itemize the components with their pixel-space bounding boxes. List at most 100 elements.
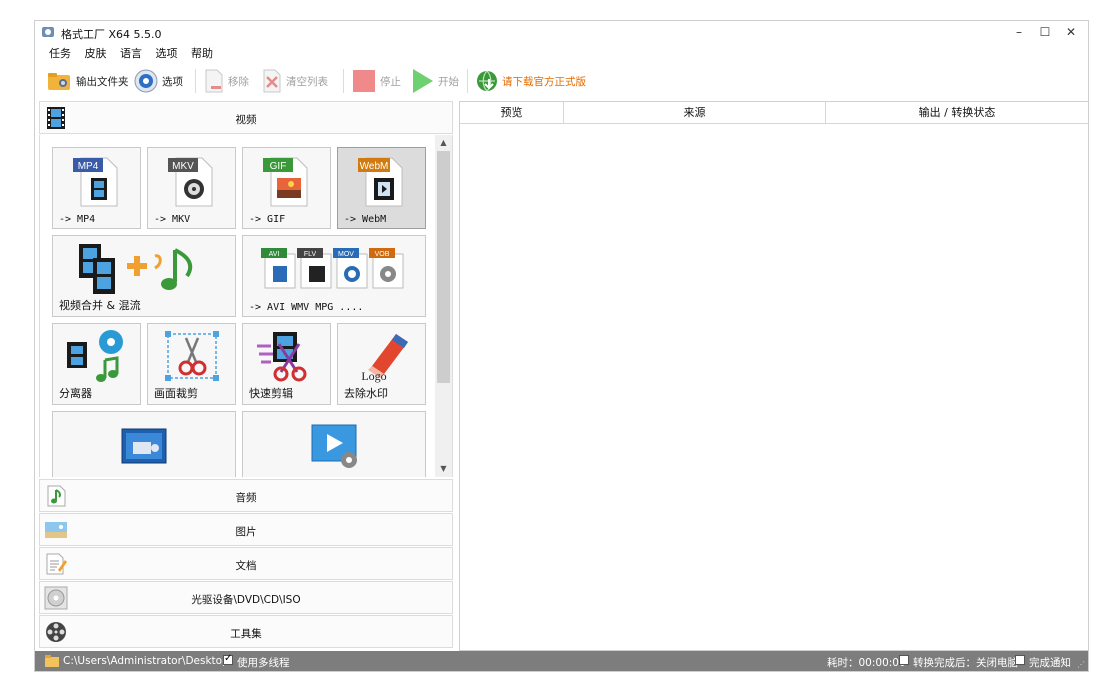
category-video[interactable]: 视频 [39,101,453,134]
clear-list-label: 清空列表 [286,75,328,88]
category-tools[interactable]: 工具集 [39,615,453,648]
globe-icon [477,70,497,92]
folder-icon [45,655,59,667]
tile-mkv[interactable]: MKV -> MKV [147,147,236,229]
task-list[interactable]: 预览 来源 输出 / 转换状态 [459,101,1089,651]
tile-webm[interactable]: WebM -> WebM [337,147,426,229]
tile-other-formats-label: -> AVI WMV MPG .... [249,302,364,313]
menu-options[interactable]: 选项 [156,45,178,61]
category-tools-label: 工具集 [230,628,262,640]
video-function-grid: MP4 -> MP4 MKV -> MKV GIF -> GIF WebM ->… [39,135,453,477]
menu-skin[interactable]: 皮肤 [85,45,107,61]
toolbar-divider [467,69,468,93]
clear-list-button[interactable]: 清空列表 [261,67,328,95]
tile-merge[interactable]: 视频合并 & 混流 [52,235,236,317]
multithread-checkbox[interactable] [223,653,233,665]
tile-gif-label: -> GIF [249,214,286,225]
options-button[interactable]: 选项 [133,67,183,95]
tile-video-player[interactable] [242,411,426,477]
column-source[interactable]: 来源 [564,102,826,123]
stop-icon [353,70,375,92]
toolbar-divider [195,69,196,93]
column-preview[interactable]: 预览 [460,102,564,123]
crop-scissors-icon [165,331,219,381]
tile-crop[interactable]: 画面裁剪 [147,323,236,405]
category-audio[interactable]: 音频 [39,479,453,512]
menu-help[interactable]: 帮助 [191,45,213,61]
mp4-file-icon: MP4 [73,157,118,207]
stop-button[interactable]: 停止 [351,67,401,95]
tile-other-formats[interactable]: AVI FLV MOV VOB -> AVI WMV MPG .... [242,235,426,317]
category-disc[interactable]: 光驱设备\DVD\CD\ISO [39,581,453,614]
category-image[interactable]: 图片 [39,513,453,546]
video-formats-icon: AVI FLV MOV VOB [261,248,404,289]
logo-text: Logo [361,369,386,383]
video-grid-scrollbar[interactable]: ▲ ▼ [435,135,452,477]
after-done-checkbox[interactable] [899,655,909,665]
close-button[interactable]: ✕ [1060,23,1082,41]
mp4-badge: MP4 [78,161,99,172]
tile-screen-record[interactable] [52,411,236,477]
gif-badge: GIF [270,161,287,172]
stop-label: 停止 [380,75,401,88]
category-panel: 视频 MP4 -> MP4 MKV -> MKV GIF -> GIF WebM… [39,101,453,651]
tile-remove-watermark[interactable]: Logo 去除水印 [337,323,426,405]
download-official-link[interactable]: 请下载官方正式版 [475,67,586,95]
tile-mp4[interactable]: MP4 -> MP4 [52,147,141,229]
clear-list-icon [263,69,281,93]
tile-quick-clip-label: 快速剪辑 [249,387,293,400]
tile-splitter-label: 分离器 [59,387,92,400]
format-avi: AVI [269,251,280,258]
folder-icon [48,73,70,90]
eraser-icon: Logo [361,334,408,383]
after-done-label: 转换完成后：关闭电脑 [913,657,1018,669]
tile-mkv-label: -> MKV [154,214,191,225]
webm-file-icon: WebM [358,157,403,207]
format-mov: MOV [338,251,354,258]
play-icon [413,69,433,93]
download-official-label: 请下载官方正式版 [502,75,586,88]
scroll-down-arrow-icon[interactable]: ▼ [435,461,452,477]
category-video-label: 视频 [235,114,257,126]
tile-mp4-label: -> MP4 [59,214,96,225]
menu-bar: 任务 皮肤 语言 选项 帮助 [49,45,223,63]
app-logo-icon [42,27,54,37]
screen-record-icon [121,428,167,464]
scroll-up-arrow-icon[interactable]: ▲ [435,135,452,151]
title-bar: 格式工厂 X64 5.5.0 – ☐ ✕ [35,21,1088,43]
gif-file-icon: GIF [263,157,308,207]
video-player-icon [311,424,357,468]
toolbar: 输出文件夹 选项 移除 清空列表 停止 开始 请下载官方正式版 [45,67,1088,95]
menu-task[interactable]: 任务 [49,45,71,61]
tile-remove-watermark-label: 去除水印 [344,387,388,400]
minimize-button[interactable]: – [1008,23,1030,41]
output-folder-button[interactable]: 输出文件夹 [47,67,129,95]
tile-crop-label: 画面裁剪 [154,387,198,400]
mkv-badge: MKV [172,161,194,172]
category-audio-label: 音频 [235,492,257,504]
start-button[interactable]: 开始 [411,67,459,95]
output-path[interactable]: C:\Users\Administrator\Desktop [63,655,229,667]
webm-badge: WebM [360,161,389,172]
column-output-status[interactable]: 输出 / 转换状态 [826,102,1088,123]
remove-label: 移除 [228,75,249,88]
tile-splitter[interactable]: 分离器 [52,323,141,405]
format-flv: FLV [304,251,317,258]
format-vob: VOB [375,251,390,258]
tile-gif[interactable]: GIF -> GIF [242,147,331,229]
quick-clip-icon [257,332,307,382]
scroll-thumb[interactable] [437,151,450,383]
resize-grip-icon[interactable]: ⋰ [1077,660,1085,669]
mkv-file-icon: MKV [168,157,213,207]
remove-button[interactable]: 移除 [203,67,249,95]
category-document[interactable]: 文档 [39,547,453,580]
menu-language[interactable]: 语言 [120,45,142,61]
multithread-label: 使用多线程 [237,657,290,669]
splitter-icon [67,330,123,382]
maximize-button[interactable]: ☐ [1034,23,1056,41]
window-title: 格式工厂 X64 5.5.0 [61,28,162,41]
category-image-label: 图片 [235,526,257,538]
tile-quick-clip[interactable]: 快速剪辑 [242,323,331,405]
output-folder-label: 输出文件夹 [76,75,129,88]
notify-checkbox[interactable] [1015,655,1025,665]
